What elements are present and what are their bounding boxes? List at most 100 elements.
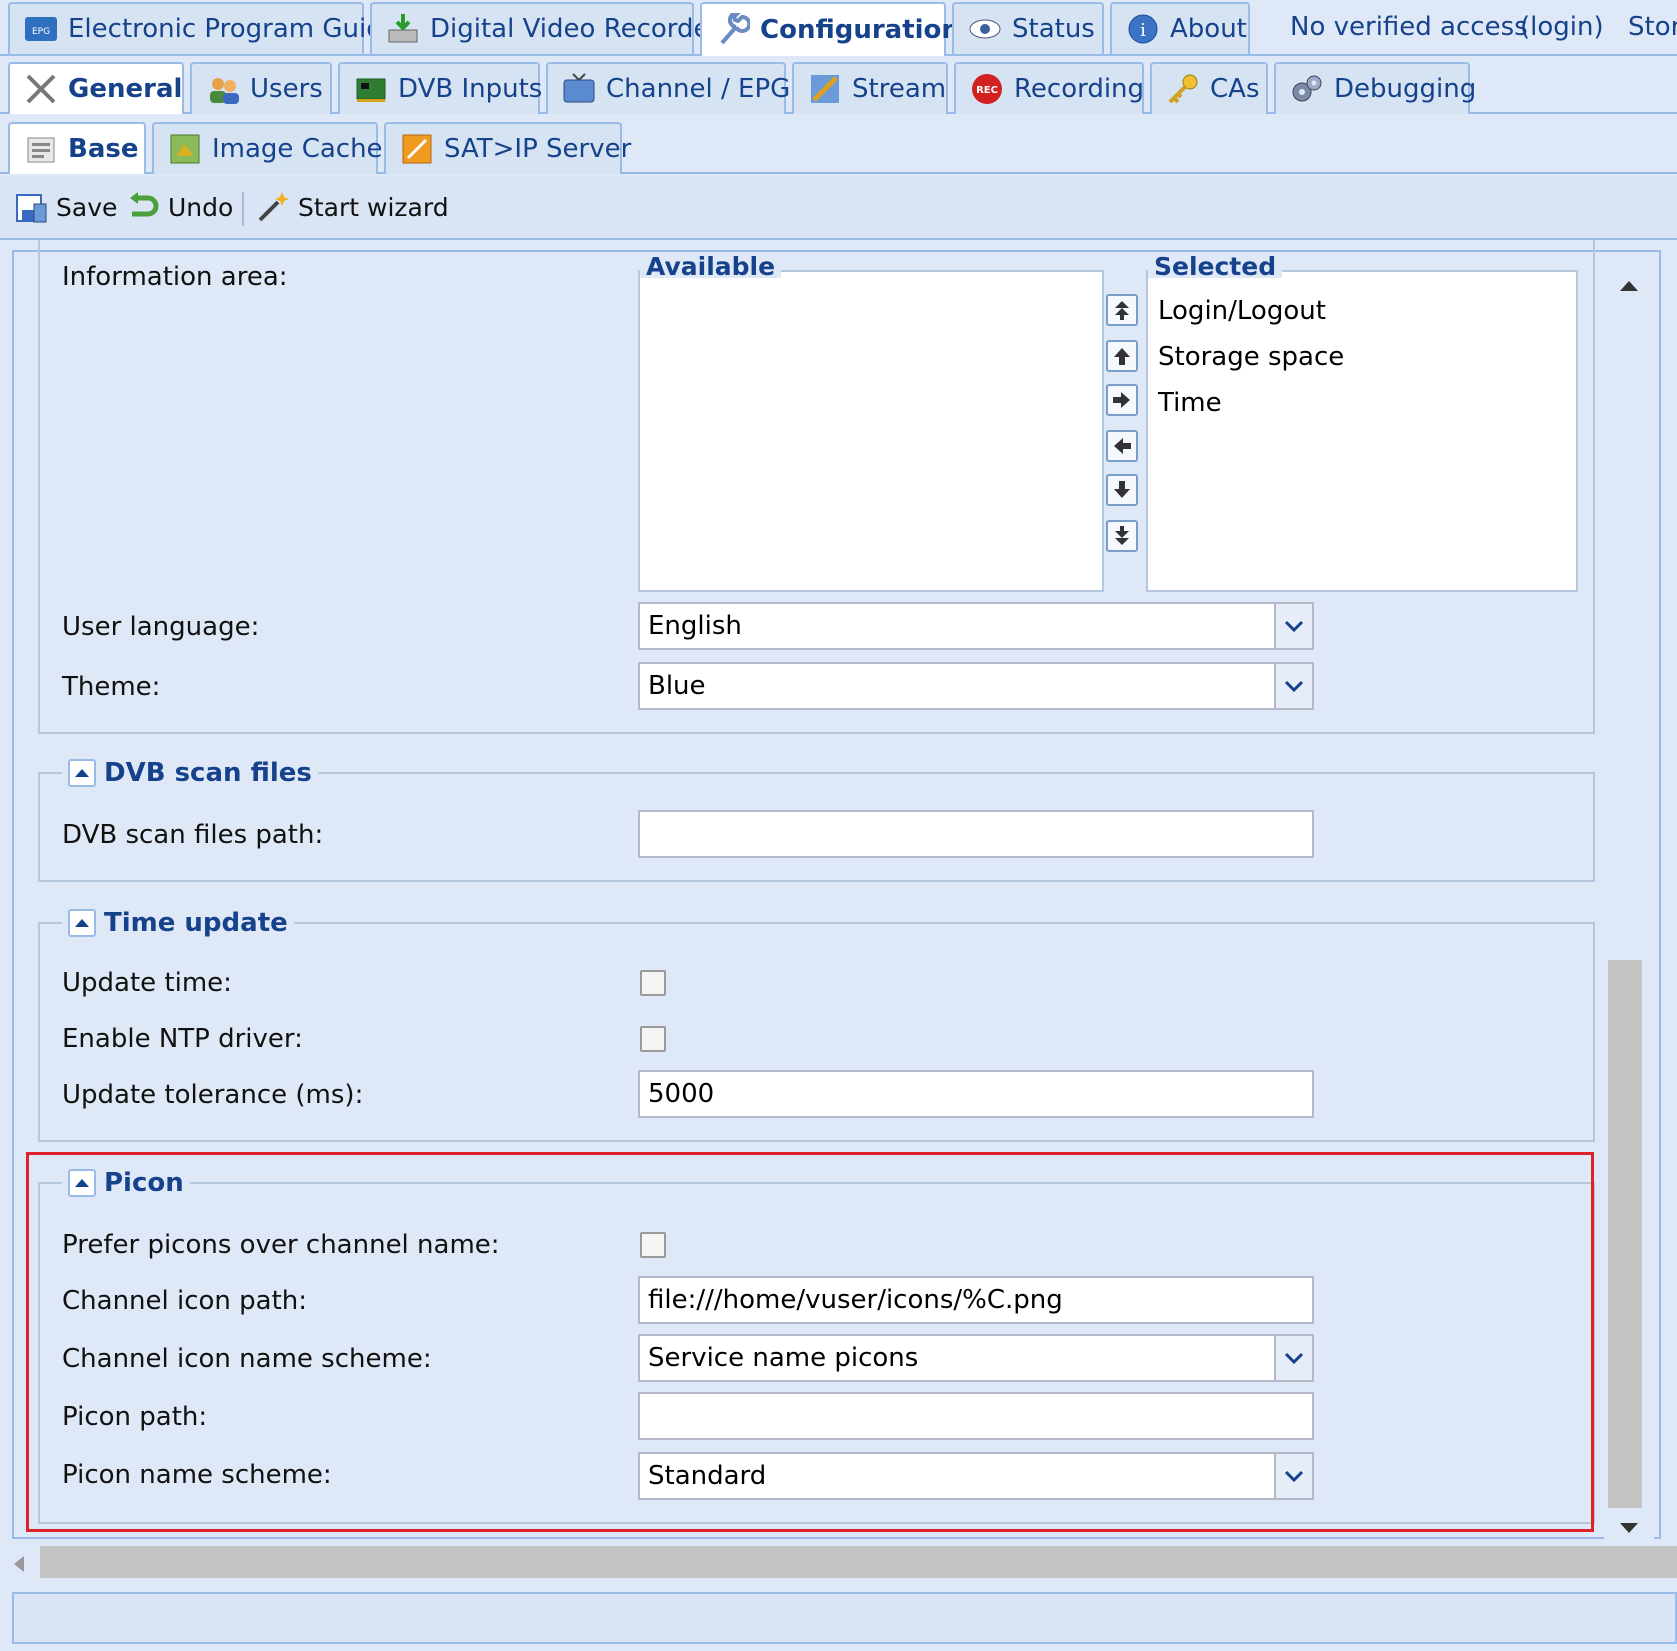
list-item[interactable]: Storage space [1158,342,1344,372]
login-link[interactable]: (login) [1520,12,1604,42]
satip-icon [400,132,434,166]
theme-label: Theme: [62,672,161,702]
double-up-icon [1115,301,1129,320]
collapse-toggle-icon[interactable] [68,759,96,787]
tab-channel-epg[interactable]: Channel / EPG [546,62,790,114]
dvb-card-icon [354,72,388,106]
list-item[interactable]: Time [1158,388,1222,418]
tab-label: Debugging [1334,74,1477,104]
move-down-button[interactable] [1106,474,1138,506]
move-right-button[interactable] [1106,384,1138,416]
tab-stream[interactable]: Stream [792,62,948,114]
double-down-icon [1115,526,1129,545]
save-button[interactable]: Save [14,190,117,224]
move-bottom-button[interactable] [1106,520,1138,552]
svg-text:REC: REC [976,85,998,96]
update-time-checkbox[interactable] [640,970,666,996]
scroll-up-icon[interactable] [1618,278,1640,297]
toolbar [0,176,1677,240]
time-update-legend: Time update [62,906,294,940]
available-list[interactable] [638,270,1104,592]
dvb-scan-path-input[interactable] [638,810,1314,858]
tab-satip-server[interactable]: SAT>IP Server [384,122,631,174]
tools-icon [24,72,58,106]
time-update-title: Time update [104,908,288,938]
access-status: No verified access [1290,12,1528,42]
dvb-scan-title: DVB scan files [104,758,312,788]
tab-label: Stream [852,74,947,104]
move-top-button[interactable] [1106,294,1138,326]
tab-epg[interactable]: EPG Electronic Program Guide [8,2,399,54]
dvr-icon [386,12,420,46]
dvb-scan-legend: DVB scan files [62,756,318,790]
tab-status[interactable]: Status [952,2,1104,54]
scrollbar-thumb[interactable] [1608,960,1642,1508]
tab-general[interactable]: General [8,62,184,114]
tab-about[interactable]: i About [1110,2,1250,54]
gears-icon [1290,72,1324,106]
tab-users[interactable]: Users [190,62,332,114]
list-item[interactable]: Login/Logout [1158,296,1326,326]
chevron-down-icon[interactable] [1274,604,1312,648]
tab-label: DVB Inputs [398,74,543,104]
dvb-scan-path-label: DVB scan files path: [62,820,324,850]
tab-label: CAs [1210,74,1260,104]
rec-icon: REC [970,72,1004,106]
collapse-toggle-icon[interactable] [68,909,96,937]
ntp-label: Enable NTP driver: [62,1024,303,1054]
theme-value: Blue [648,671,706,701]
svg-text:EPG: EPG [32,27,50,37]
epg-icon: EPG [24,12,58,46]
scroll-left-icon[interactable] [12,1554,26,1578]
tab-label: Base [68,134,139,164]
tab-label: Users [250,74,323,104]
undo-label: Undo [168,192,234,222]
stream-icon [808,72,842,106]
wrench-icon [716,10,752,47]
tolerance-label: Update tolerance (ms): [62,1080,364,1110]
h-scrollbar-thumb[interactable] [40,1546,1677,1578]
vertical-scrollbar[interactable] [1604,266,1654,1540]
undo-button[interactable]: Undo [126,190,233,224]
tolerance-input[interactable]: 5000 [638,1070,1314,1118]
update-time-label: Update time: [62,968,232,998]
chevron-down-icon[interactable] [1274,664,1312,708]
ntp-checkbox[interactable] [640,1026,666,1052]
move-left-button[interactable] [1106,430,1138,462]
tab-dvb-inputs[interactable]: DVB Inputs [338,62,543,114]
theme-select[interactable]: Blue [638,662,1314,710]
selected-title: Selected [1148,254,1283,278]
user-language-select[interactable]: English [638,602,1314,650]
wizard-label: Start wizard [298,192,449,222]
undo-icon [126,190,160,224]
user-language-label: User language: [62,612,260,642]
scroll-down-icon[interactable] [1618,1520,1640,1539]
eye-icon [968,12,1002,46]
tab-debugging[interactable]: Debugging [1274,62,1476,114]
tab-image-cache[interactable]: Image Cache [152,122,383,174]
arrow-left-icon [1114,438,1131,454]
arrow-right-icon [1113,392,1130,408]
tab-configuration[interactable]: Configuration [700,2,960,56]
horizontal-scrollbar[interactable] [0,1542,1677,1582]
tab-base[interactable]: Base [8,122,146,174]
tab-label: Status [1012,14,1095,44]
tab-label: SAT>IP Server [444,134,632,164]
tab-label: Electronic Program Guide [68,14,399,44]
base-icon [24,132,58,166]
tab-recording[interactable]: REC Recording [954,62,1144,114]
arrow-down-icon [1114,481,1130,498]
info-icon: i [1126,12,1160,46]
tab-label: Recording [1014,74,1145,104]
wand-icon [256,190,290,224]
start-wizard-button[interactable]: Start wizard [256,190,449,224]
tv-icon [562,72,596,106]
tab-label: About [1170,14,1247,44]
storage-status: Stora [1628,12,1677,42]
image-cache-icon [168,132,202,166]
move-up-button[interactable] [1106,340,1138,372]
tab-dvr[interactable]: Digital Video Recorder [370,2,720,54]
tolerance-value: 5000 [648,1079,715,1109]
tab-cas[interactable]: CAs [1150,62,1268,114]
tab-label: Configuration [760,15,960,45]
